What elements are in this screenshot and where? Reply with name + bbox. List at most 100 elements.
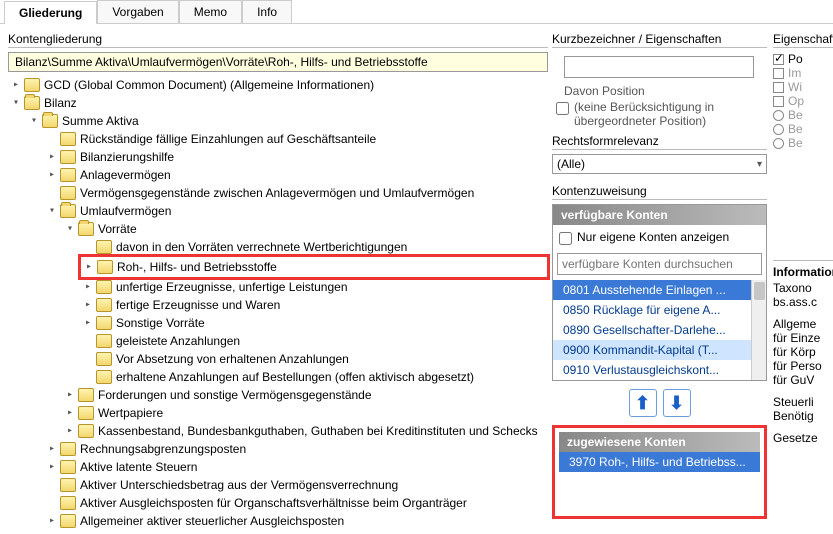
tree-label: Rückständige fällige Einzahlungen auf Ge… <box>80 130 376 148</box>
kurzbezeichner-input[interactable] <box>564 56 754 78</box>
eigenschaften-label: Eigenschaften <box>773 32 833 48</box>
prop-radio <box>773 138 784 149</box>
prop-checkbox <box>773 82 784 93</box>
breadcrumb-path[interactable]: Bilanz\Summe Aktiva\Umlaufvermögen\Vorrä… <box>8 52 548 72</box>
konten-search-input[interactable] <box>557 253 762 275</box>
tab-memo[interactable]: Memo <box>179 0 242 23</box>
tree-node[interactable]: ▸Aktiver Unterschiedsbetrag aus der Verm… <box>46 476 548 494</box>
informationen-label: Informationen <box>773 265 833 279</box>
folder-icon <box>96 298 112 312</box>
folder-icon <box>60 496 76 510</box>
prop-checkbox[interactable] <box>773 54 784 65</box>
prop-label: Be <box>788 136 803 150</box>
tree-node[interactable]: ▸Rückständige fällige Einzahlungen auf G… <box>46 130 548 148</box>
folder-icon <box>60 514 76 528</box>
info-text: Allgeme <box>773 317 833 331</box>
collapse-icon[interactable]: ▾ <box>10 97 22 109</box>
tree-node[interactable]: ▸ Forderungen und sonstige Vermögensgegen… <box>64 386 548 404</box>
info-text: Benötig <box>773 409 833 423</box>
collapse-icon[interactable]: ▾ <box>64 223 76 235</box>
tree-label: Bilanzierungshilfe <box>80 148 174 166</box>
expand-icon[interactable]: ▸ <box>10 79 22 91</box>
tree-node[interactable]: ▸fertige Erzeugnisse und Waren <box>82 296 548 314</box>
folder-icon <box>60 132 76 146</box>
tree-node[interactable]: ▸geleistete Anzahlungen <box>82 332 548 350</box>
expand-icon[interactable]: ▸ <box>46 169 58 181</box>
tree-node[interactable]: ▸unfertige Erzeugnisse, unfertige Leistu… <box>82 278 548 296</box>
verfuegbare-head: verfügbare Konten <box>553 205 766 225</box>
info-text: Taxono <box>773 281 833 295</box>
folder-icon <box>96 316 112 330</box>
tree-node[interactable]: ▸ Anlagevermögen <box>46 166 548 184</box>
tree-node[interactable]: ▸Wertpapiere <box>64 404 548 422</box>
rechtsform-select[interactable]: (Alle) ▾ <box>552 154 767 174</box>
expand-icon[interactable]: ▸ <box>46 461 58 473</box>
konto-item[interactable]: 0801 Ausstehende Einlagen ... <box>553 280 751 300</box>
tree-node[interactable]: ▸Vermögensgegenstände zwischen Anlagever… <box>46 184 548 202</box>
prop-label: Im <box>788 66 801 80</box>
expand-icon[interactable]: ▸ <box>46 443 58 455</box>
expand-icon[interactable]: ▸ <box>46 151 58 163</box>
expand-icon[interactable]: ▸ <box>46 515 58 527</box>
kontenzuweisung-label: Kontenzuweisung <box>552 184 767 200</box>
konto-item[interactable]: 0900 Kommandit-Kapital (T... <box>553 340 751 360</box>
tree-node-bilanz[interactable]: ▾ Bilanz <box>10 94 548 112</box>
konto-item[interactable]: 0850 Rücklage für eigene A... <box>553 300 751 320</box>
davon-sub-label: (keine Berücksichtigung in übergeordnete… <box>574 100 767 128</box>
kurzbezeichner-label: Kurzbezeichner / Eigenschaften <box>552 32 767 48</box>
prop-checkbox[interactable] <box>773 68 784 79</box>
tree-node[interactable]: ▸Allgemeiner aktiver steuerlicher Ausgle… <box>46 512 548 530</box>
konto-item[interactable]: 0890 Gesellschafter-Darlehe... <box>553 320 751 340</box>
folder-icon <box>60 150 76 164</box>
tree-node[interactable]: ▸Aktive latente Steuern <box>46 458 548 476</box>
tree-label: Anlagevermögen <box>80 166 171 184</box>
expand-icon[interactable]: ▸ <box>64 407 76 419</box>
collapse-icon[interactable]: ▾ <box>28 115 40 127</box>
collapse-icon[interactable]: ▾ <box>46 205 58 217</box>
tab-gliederung[interactable]: Gliederung <box>4 1 97 24</box>
tree-node[interactable]: ▸Rechnungsabgrenzungsposten <box>46 440 548 458</box>
prop-label: Po <box>788 52 803 66</box>
tree-node-summe-aktiva[interactable]: ▾ Summe Aktiva <box>28 112 548 130</box>
tree-node[interactable]: ▸Kassenbestand, Bundesbankguthaben, Guth… <box>64 422 548 440</box>
info-text: Steuerli <box>773 395 833 409</box>
only-own-label: Nur eigene Konten anzeigen <box>577 230 729 244</box>
expand-icon[interactable]: ▸ <box>64 425 76 437</box>
tree-node[interactable]: ▸Sonstige Vorräte <box>82 314 548 332</box>
move-down-button[interactable]: ⬇ <box>663 389 691 417</box>
info-text: für Perso <box>773 359 833 373</box>
tree-node-roh-hilfs[interactable]: ▸ Roh-, Hilfs- und Betriebsstoffe <box>83 258 545 276</box>
tree-node-umlaufvermoegen[interactable]: ▾ Umlaufvermögen <box>46 202 548 220</box>
tree-node[interactable]: ▸ Bilanzierungshilfe <box>46 148 548 166</box>
expand-icon[interactable]: ▸ <box>82 299 94 311</box>
expand-icon[interactable]: ▸ <box>82 317 94 329</box>
expand-icon[interactable]: ▸ <box>83 261 95 273</box>
tree-label: erhaltene Anzahlungen auf Bestellungen (… <box>116 368 474 386</box>
tree-label: Forderungen und sonstige Vermögensgegens… <box>98 386 372 404</box>
tree-node-gcd[interactable]: ▸ GCD (Global Common Document) (Allgemei… <box>10 76 548 94</box>
tree-node[interactable]: ▸Aktiver Ausgleichsposten für Organschaf… <box>46 494 548 512</box>
davon-checkbox[interactable] <box>556 102 569 115</box>
only-own-checkbox[interactable] <box>559 232 572 245</box>
expand-icon[interactable]: ▸ <box>64 389 76 401</box>
tree-node[interactable]: ▸Vor Absetzung von erhaltenen Anzahlunge… <box>82 350 548 368</box>
rechtsformrelevanz-label: Rechtsformrelevanz <box>552 134 767 150</box>
move-up-button[interactable]: ⬆ <box>629 389 657 417</box>
info-text: für Einze <box>773 331 833 345</box>
info-text: bs.ass.c <box>773 295 833 309</box>
konto-item-assigned[interactable]: 3970 Roh-, Hilfs- und Betriebss... <box>559 452 760 472</box>
folder-icon <box>96 370 112 384</box>
tab-vorgaben[interactable]: Vorgaben <box>97 0 178 23</box>
tree-label: Roh-, Hilfs- und Betriebsstoffe <box>117 258 277 276</box>
tree-node-vorraete[interactable]: ▾ Vorräte <box>64 220 548 238</box>
tree-label: Umlaufvermögen <box>80 202 171 220</box>
tree-label: GCD (Global Common Document) (Allgemeine… <box>44 76 374 94</box>
expand-icon[interactable]: ▸ <box>82 281 94 293</box>
tree-node[interactable]: ▸erhaltene Anzahlungen auf Bestellungen … <box>82 368 548 386</box>
scroll-thumb[interactable] <box>754 282 765 300</box>
tab-info[interactable]: Info <box>242 0 292 23</box>
konto-item[interactable]: 0910 Verlustausgleichskont... <box>553 360 751 380</box>
kontengliederung-label: Kontengliederung <box>8 32 548 48</box>
scrollbar[interactable] <box>751 280 766 380</box>
folder-icon <box>24 78 40 92</box>
